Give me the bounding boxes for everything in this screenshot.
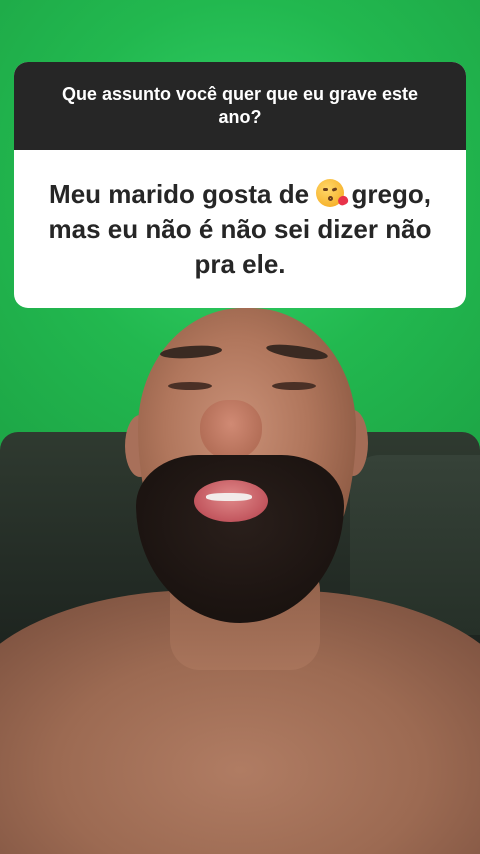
question-sticker[interactable]: Que assunto você quer que eu grave este … [14, 62, 466, 308]
answer-text-part-1: Meu marido gosta de [49, 178, 317, 209]
kissing-face-with-heart-emoji-icon [316, 178, 345, 207]
question-header: Que assunto você quer que eu grave este … [14, 62, 466, 150]
person-eye-left [168, 382, 212, 390]
person-teeth [206, 493, 252, 501]
story-view[interactable]: Que assunto você quer que eu grave este … [0, 0, 480, 854]
question-text: Que assunto você quer que eu grave este … [61, 84, 419, 127]
person-nose [200, 400, 262, 460]
person-mouth [194, 480, 268, 522]
answer-area: Meu marido gosta de grego, mas eu não é … [14, 150, 466, 308]
answer-text: Meu marido gosta de grego, mas eu não é … [36, 177, 444, 282]
person-eye-right [272, 382, 316, 390]
